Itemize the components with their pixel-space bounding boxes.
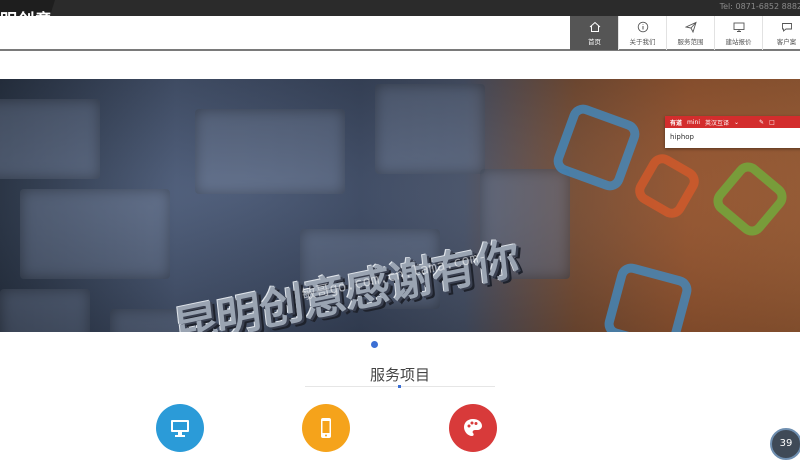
send-icon [684,21,697,33]
nav-item-services[interactable]: 服务范围 [666,16,714,50]
nav-item-label: 建站报价 [725,38,752,46]
main-nav: 首页 关于我们 服务范围 建站报价 客户案 [570,16,800,50]
nav-item-label: 客户案 [776,38,797,46]
nav-item-label: 服务范围 [677,38,704,46]
window-icon[interactable]: □ [769,119,775,126]
service-design[interactable] [449,404,497,452]
popup-language-select[interactable]: 英汉互译 [705,118,729,127]
service-mobile[interactable] [302,404,350,452]
desktop-icon [171,420,189,437]
palette-icon [464,419,482,436]
service-web-design[interactable] [156,404,204,452]
info-icon [637,21,648,33]
nav-item-label: 关于我们 [629,38,656,46]
popup-mode: mini [687,118,700,126]
chevron-down-icon[interactable]: ⌄ [734,119,739,126]
title-accent [398,385,401,388]
section-title: 服务项目 [369,366,430,384]
popup-header: 有道 mini 英汉互译 ⌄ ✎ □ [665,116,800,128]
mobile-icon [321,418,331,438]
home-icon [589,21,600,32]
monitor-icon [733,22,744,32]
pin-icon[interactable]: ✎ [759,119,764,126]
chat-icon [781,23,792,32]
popup-brand: 有道 [670,119,683,127]
nav-item-about[interactable]: 关于我们 [618,16,666,50]
floating-badge[interactable]: 39 [770,428,800,460]
nav-item-pricing[interactable]: 建站报价 [714,16,762,50]
popup-text: hiphop [670,133,694,141]
top-bar: Tel: 0871-6852 8882 [0,0,800,16]
translation-popup[interactable]: 有道 mini 英汉互译 ⌄ ✎ □ hiphop [665,116,800,148]
badge-value: 39 [779,438,793,449]
nav-item-home[interactable]: 首页 [570,16,618,50]
phone-number: Tel: 0871-6852 8882 [719,2,800,11]
nav-item-label: 首页 [588,38,601,46]
carousel-dot[interactable] [371,341,378,348]
nav-item-cases[interactable]: 客户案 [762,16,800,50]
